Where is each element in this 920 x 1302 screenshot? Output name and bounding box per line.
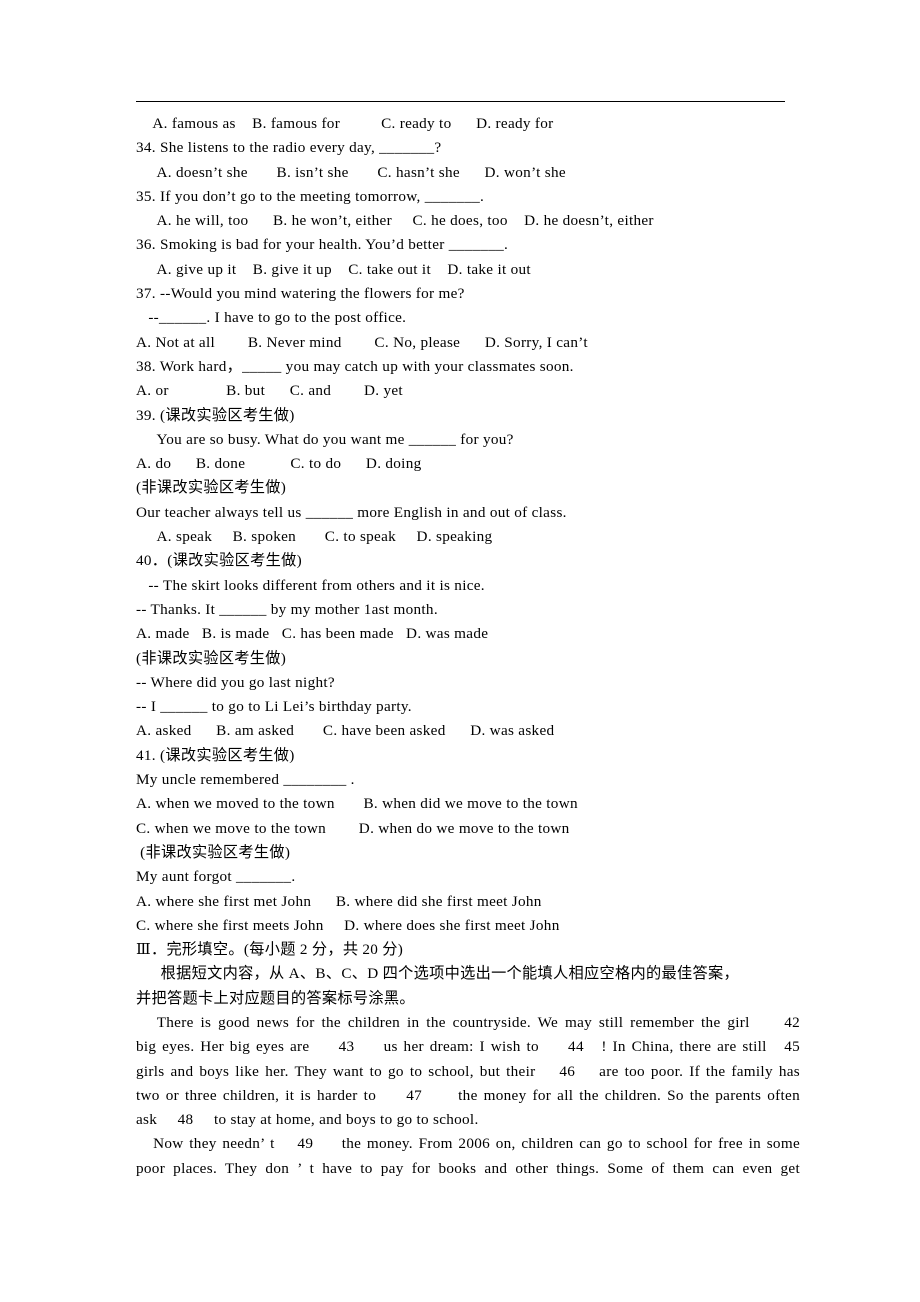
question-40-options: A. made B. is made C. has been made D. w… [136, 625, 489, 643]
question-35-options: A. he will, too B. he won’t, either C. h… [136, 212, 654, 230]
question-39-options: A. do B. done C. to do D. doing [136, 455, 422, 473]
cloze-paragraph-1-line-2: big eyes. Her big eyes are 43 us her dre… [136, 1038, 800, 1056]
question-40b-dialogue-line-2: -- I ______ to go to Li Lei’s birthday p… [136, 698, 412, 716]
question-39-group-tag-reform: 39. (课改实验区考生做) [136, 406, 295, 424]
question-41-group-tag-reform: 41. (课改实验区考生做) [136, 746, 295, 764]
question-34-options: A. doesn’t she B. isn’t she C. hasn’t sh… [136, 163, 566, 181]
question-41-group-tag-nonreform: (非课改实验区考生做) [136, 843, 291, 861]
cloze-paragraph-2-line-1: Now they needn’ t 49 the money. From 200… [136, 1135, 800, 1153]
cloze-paragraph-1-line-4: two or three children, it is harder to 4… [136, 1086, 800, 1104]
question-37-stem: 37. --Would you mind watering the flower… [136, 285, 465, 303]
section-3-directions-line-1: 根据短文内容，从 A、B、C、D 四个选项中选出一个能填人相应空格内的最佳答案， [136, 965, 739, 983]
question-39-stem: You are so busy. What do you want me ___… [136, 430, 514, 448]
question-38-options: A. or B. but C. and D. yet [136, 382, 403, 400]
question-39-group-tag-nonreform: (非课改实验区考生做) [136, 479, 287, 497]
question-34-stem: 34. She listens to the radio every day, … [136, 139, 442, 157]
exam-page: A. famous as B. famous for C. ready to D… [0, 0, 920, 1302]
question-40b-options: A. asked B. am asked C. have been asked … [136, 722, 555, 740]
header-divider-rule [136, 101, 785, 102]
question-41-options-cd: C. when we move to the town D. when do w… [136, 819, 570, 837]
question-41-options-ab: A. when we moved to the town B. when did… [136, 795, 578, 813]
question-39b-stem: Our teacher always tell us ______ more E… [136, 503, 567, 521]
question-41-stem: My uncle remembered ________ . [136, 771, 355, 789]
question-36-options: A. give up it B. give it up C. take out … [136, 260, 531, 278]
section-3-heading: Ⅲ．完形填空。(每小题 2 分，共 20 分) [136, 941, 404, 959]
cloze-paragraph-2-line-2: poor places. They don ’ t have to pay fo… [136, 1159, 800, 1177]
question-40b-dialogue-line-1: -- Where did you go last night? [136, 673, 335, 691]
exam-content: A. famous as B. famous for C. ready to D… [136, 112, 800, 1181]
question-39b-options: A. speak B. spoken C. to speak D. speaki… [136, 528, 493, 546]
question-40-dialogue-line-1: -- The skirt looks different from others… [136, 576, 485, 594]
question-33-options: A. famous as B. famous for C. ready to D… [136, 115, 554, 132]
question-41b-options-cd: C. where she first meets John D. where d… [136, 916, 560, 934]
question-40-group-tag-reform: 40．(课改实验区考生做) [136, 552, 302, 570]
question-37-options: A. Not at all B. Never mind C. No, pleas… [136, 333, 588, 351]
question-36-stem: 36. Smoking is bad for your health. You’… [136, 236, 509, 254]
question-38-stem: 38. Work hard，_____ you may catch up wit… [136, 357, 574, 375]
cloze-paragraph-1-line-3: girls and boys like her. They want to go… [136, 1062, 800, 1080]
question-41b-stem: My aunt forgot _______. [136, 868, 296, 886]
cloze-paragraph-1-line-1: There is good news for the children in t… [136, 1013, 800, 1031]
question-35-stem: 35. If you don’t go to the meeting tomor… [136, 187, 485, 205]
question-40-dialogue-line-2: -- Thanks. It ______ by my mother 1ast m… [136, 600, 438, 618]
question-37-reply-line: --______. I have to go to the post offic… [136, 309, 407, 327]
question-40-group-tag-nonreform: (非课改实验区考生做) [136, 649, 287, 667]
section-3-directions-line-2: 并把答题卡上对应题目的答案标号涂黑。 [136, 989, 415, 1007]
cloze-paragraph-1-line-5: ask 48 to stay at home, and boys to go t… [136, 1111, 479, 1129]
question-41b-options-ab: A. where she first met John B. where did… [136, 892, 542, 910]
